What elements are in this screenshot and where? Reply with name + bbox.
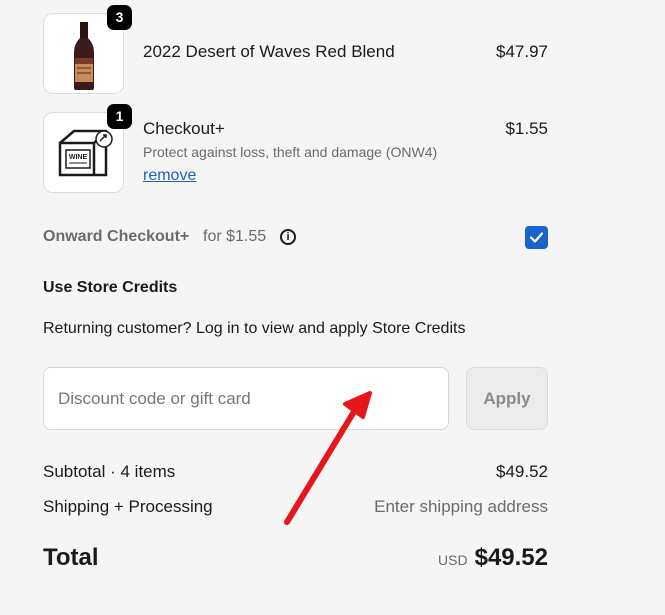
subtotal-label: Subtotal · 4 items xyxy=(43,462,176,481)
total-value: $49.52 xyxy=(474,544,548,571)
onward-label: Onward Checkout+ xyxy=(43,228,190,245)
subtotal-value: $49.52 xyxy=(496,462,548,481)
checkout-order-summary: 3 2022 Desert of Waves Red Blend $47.97 … xyxy=(0,0,665,615)
item-price: $1.55 xyxy=(505,119,548,138)
shipping-label: Shipping + Processing xyxy=(43,497,213,516)
box-label: WINE xyxy=(69,154,88,161)
store-credits-title: Use Store Credits xyxy=(43,279,178,296)
discount-code-input[interactable] xyxy=(43,367,449,430)
onward-price: for $1.55 xyxy=(203,228,267,245)
product-thumbnail: WINE 1 xyxy=(43,104,132,193)
subtotal-row: Subtotal · 4 items $49.52 xyxy=(43,462,548,484)
quantity-badge: 3 xyxy=(107,5,132,30)
product-thumbnail: 3 xyxy=(43,5,132,94)
remove-link[interactable]: remove xyxy=(143,167,196,185)
item-name: Checkout+ xyxy=(143,119,225,138)
shipping-value: Enter shipping address xyxy=(374,497,548,516)
item-description: Protect against loss, theft and damage (… xyxy=(143,144,438,160)
store-credits-message[interactable]: Returning customer? Log in to view and a… xyxy=(43,320,465,338)
total-label: Total xyxy=(43,544,99,571)
onward-checkbox[interactable] xyxy=(525,226,548,249)
info-icon[interactable]: i xyxy=(280,229,296,245)
apply-button[interactable]: Apply xyxy=(466,367,548,430)
quantity-badge: 1 xyxy=(107,104,132,129)
item-name: 2022 Desert of Waves Red Blend xyxy=(143,42,395,61)
line-item-wine: 3 2022 Desert of Waves Red Blend $47.97 xyxy=(43,5,548,94)
onward-checkout-row: Onward Checkout+ for $1.55 i xyxy=(43,226,548,249)
checkmark-icon xyxy=(529,232,544,243)
shipping-row: Shipping + Processing Enter shipping add… xyxy=(43,497,548,519)
line-item-checkout-plus: WINE 1 Checkout+ $1.55 Protect against l… xyxy=(43,104,548,193)
item-price: $47.97 xyxy=(496,42,548,61)
total-currency: USD xyxy=(438,552,468,568)
